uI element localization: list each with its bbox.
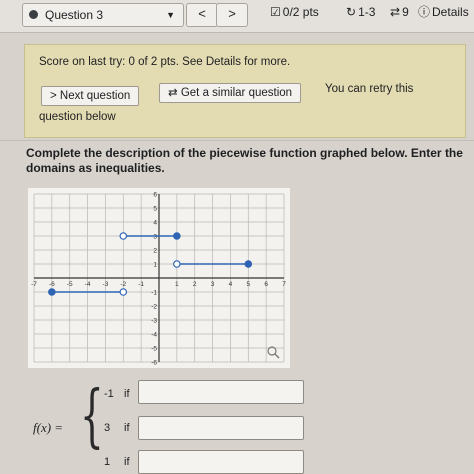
domain-input-1[interactable] <box>138 380 304 404</box>
closed-endpoint <box>244 260 253 268</box>
next-question-button[interactable]: > Next question <box>41 86 140 106</box>
details-link[interactable]: ⓘ Details <box>418 2 469 22</box>
y-tick-label: -2 <box>151 304 157 311</box>
y-tick-label: 6 <box>153 192 157 199</box>
sync-icon: ⇄ <box>390 5 401 19</box>
y-tick-label: 5 <box>153 206 157 213</box>
points-status: ☑ 0/2 pts <box>270 5 319 19</box>
piece-value-1: -1 <box>104 388 114 400</box>
y-tick-label: -1 <box>151 290 157 297</box>
status-dot-icon <box>29 10 38 19</box>
previous-question-button[interactable]: < <box>186 3 218 27</box>
x-tick-label: -5 <box>67 281 73 288</box>
if-label-2: if <box>124 422 130 434</box>
brace-symbol: { <box>80 377 104 456</box>
x-tick-label: 1 <box>175 281 179 288</box>
piece-value-2: 3 <box>104 422 111 434</box>
top-nav-bar: Question 3 ▼ < > ☑ 0/2 pts ↻ 1-3 ⇄ 9 ⓘ Detai… <box>0 0 474 33</box>
y-tick-label: 1 <box>153 262 157 269</box>
domain-input-3[interactable] <box>138 450 304 474</box>
function-label: f(x) = <box>33 420 64 435</box>
question-prompt: Complete the description of the piecewis… <box>26 146 463 175</box>
retry-text: You can retry this <box>325 83 414 95</box>
chevron-left-icon: < <box>198 6 206 21</box>
y-tick-label: 4 <box>153 220 157 227</box>
chevron-down-icon: ▼ <box>166 10 175 20</box>
retry-text-continued: question below <box>39 111 116 123</box>
similar-question-button[interactable]: ⇄ Get a similar question <box>159 83 302 103</box>
x-tick-label: 5 <box>246 281 250 288</box>
question-selector[interactable]: Question 3 ▼ <box>22 3 184 27</box>
next-question-arrow-button[interactable]: > <box>216 3 248 27</box>
x-tick-label: -2 <box>120 281 126 288</box>
info-icon: ⓘ <box>418 5 431 19</box>
chevron-right-icon: > <box>228 6 236 21</box>
x-tick-label: -7 <box>31 281 37 288</box>
x-tick-label: 6 <box>264 281 268 288</box>
open-endpoint <box>173 260 181 268</box>
x-tick-label: -6 <box>49 281 55 288</box>
domain-input-2[interactable] <box>138 416 304 440</box>
checkbox-icon: ☑ <box>270 5 281 19</box>
x-tick-label: 3 <box>211 281 215 288</box>
feedback-panel: Score on last try: 0 of 2 pts. See Detai… <box>24 44 466 138</box>
y-tick-label: -4 <box>151 332 157 339</box>
sync-icon: ⇄ <box>168 87 181 99</box>
x-tick-label: 4 <box>229 281 233 288</box>
attempts-status: ↻ 1-3 <box>346 5 376 19</box>
y-tick-label: -5 <box>151 346 157 353</box>
score-text: Score on last try: 0 of 2 pts. See Detai… <box>39 56 291 68</box>
piece-value-3: 1 <box>104 456 111 468</box>
x-tick-label: -4 <box>85 281 91 288</box>
piecewise-graph: -7 -6 -5 -4 -3 -2 -1 1 2 3 4 5 6 7 6 5 4 3 2 1 -1 -2 -3 -4 -5 -6 <box>28 188 290 368</box>
closed-endpoint <box>48 288 56 296</box>
refresh-icon: ↻ <box>346 5 357 19</box>
y-tick-label: -3 <box>151 318 157 325</box>
y-tick-label: 3 <box>153 234 157 241</box>
open-endpoint <box>119 232 128 240</box>
y-tick-label: 2 <box>153 248 157 255</box>
closed-endpoint <box>173 232 181 240</box>
x-tick-label: 7 <box>282 281 286 288</box>
if-label-1: if <box>124 388 130 400</box>
retries-status: ⇄ 9 <box>390 5 409 19</box>
divider <box>0 140 474 141</box>
y-tick-label: -6 <box>151 360 157 367</box>
question-label: Question 3 <box>45 8 104 22</box>
if-label-3: if <box>124 456 130 468</box>
x-tick-label: 2 <box>193 281 197 288</box>
open-endpoint <box>119 288 128 296</box>
x-tick-label: -1 <box>138 281 144 288</box>
x-tick-label: -3 <box>103 281 109 288</box>
